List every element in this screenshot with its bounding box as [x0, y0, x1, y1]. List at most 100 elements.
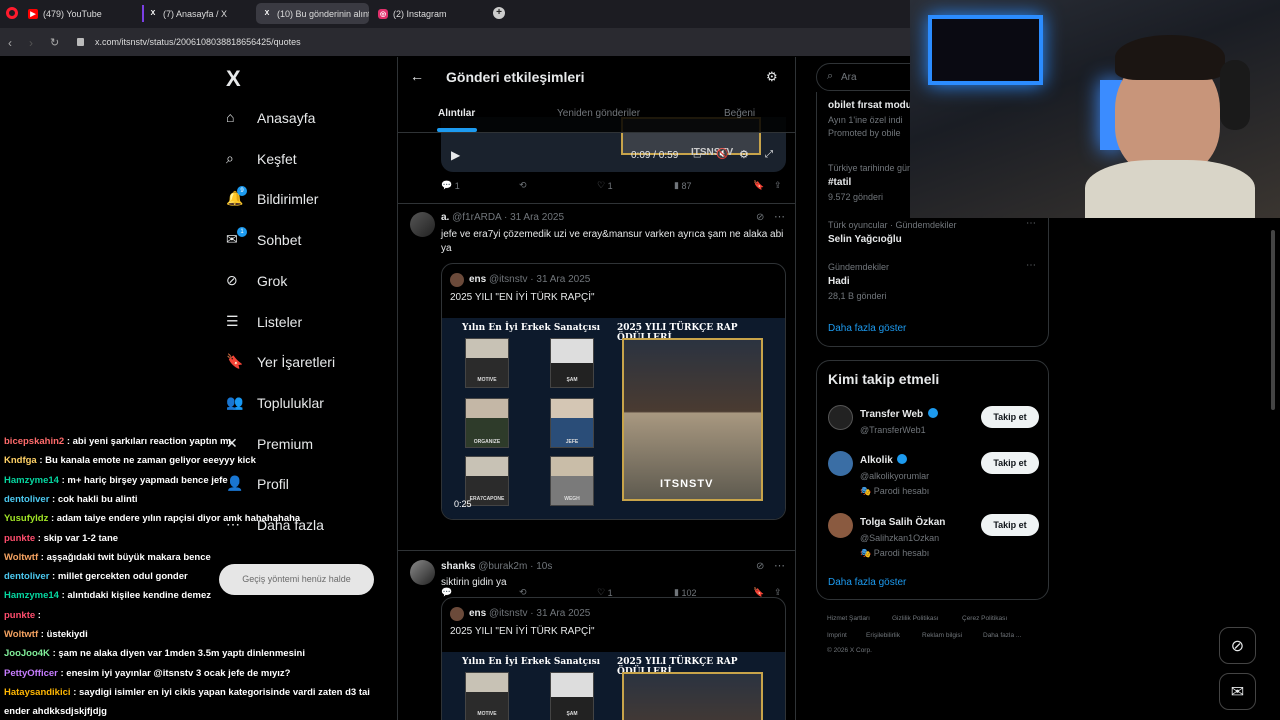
bookmark-icon[interactable]: 🔖	[753, 180, 764, 191]
avatar[interactable]	[828, 513, 853, 538]
tab-x-home[interactable]: X (7) Anasayfa / X	[142, 3, 260, 24]
quoted-author-name[interactable]: ens	[469, 274, 486, 285]
chat-username[interactable]: Kndfga	[4, 455, 37, 466]
sidebar-item-8[interactable]: ✕ Premium	[226, 435, 313, 453]
suggestion-name[interactable]: Tolga Salih Özkan	[860, 517, 945, 528]
avatar[interactable]	[450, 273, 464, 287]
post-author-name[interactable]: a.	[441, 212, 449, 223]
chat-username[interactable]: dentoliver	[4, 494, 49, 505]
captions-icon[interactable]: ▭	[693, 150, 702, 161]
chat-username[interactable]: Hamzyme14	[4, 475, 59, 486]
avatar[interactable]	[828, 405, 853, 430]
chat-username[interactable]: punkte	[4, 610, 35, 621]
browser-logo-icon[interactable]	[6, 7, 18, 19]
follow-suggestion[interactable]: Transfer Web @TransferWeb1 Takip et	[817, 401, 1050, 441]
quoted-post[interactable]: ens @itsnstv · 31 Ara 2025 2025 YILI "EN…	[441, 263, 786, 520]
forward-arrow-icon[interactable]: ›	[29, 36, 33, 50]
chat-username[interactable]: Hamzyme14	[4, 590, 59, 601]
chat-username[interactable]: Yusufyldz	[4, 513, 48, 524]
more-icon[interactable]: ⋯	[774, 210, 785, 223]
share-icon[interactable]: ⇪	[774, 180, 782, 191]
quoted-author-handle[interactable]: @itsnstv	[489, 608, 528, 619]
tab-likes[interactable]: Beğeni	[724, 108, 755, 119]
scrollbar[interactable]	[1271, 230, 1275, 410]
post-author-name[interactable]: shanks	[441, 561, 475, 572]
quoted-author-handle[interactable]: @itsnstv	[489, 274, 528, 285]
chat-username[interactable]: JooJoo4K	[4, 648, 50, 659]
video-thumbnail[interactable]: Yılın En İyi Erkek Sanatçısı 2025 YILI T…	[442, 318, 785, 519]
footer-link[interactable]: Çerez Politikası	[962, 615, 1007, 622]
post-item[interactable]: a. @f1rARDA · 31 Ara 2025 ⊘ ⋯ jefe ve er…	[398, 204, 795, 598]
search-input[interactable]: Ara	[841, 72, 857, 83]
views-button[interactable]: ▮ 87	[674, 180, 691, 191]
sidebar-item-9[interactable]: 👤 Profil	[226, 475, 289, 493]
tab-quotes[interactable]: Alıntılar	[438, 108, 475, 119]
post-date[interactable]: · 10s	[530, 561, 552, 572]
footer-link[interactable]: Hizmet Şartları	[827, 615, 870, 622]
follow-suggestion[interactable]: Tolga Salih Özkan @Salihzkan1Ozkan 🎭 Par…	[817, 509, 1050, 559]
more-icon[interactable]: ⋯	[774, 559, 785, 572]
filter-icon[interactable]: ⚙	[766, 69, 778, 85]
chat-username[interactable]: Woltwtf	[4, 552, 38, 563]
suggestion-name[interactable]: Transfer Web	[860, 409, 923, 420]
chat-username[interactable]: bicepskahin2	[4, 436, 64, 447]
more-icon[interactable]: ⋯	[1026, 218, 1036, 229]
quoted-post[interactable]: ens @itsnstv · 31 Ara 2025 2025 YILI "EN…	[441, 597, 786, 720]
new-tab-button[interactable]: +	[493, 7, 505, 19]
sidebar-item-1[interactable]: ⌕ Keşfet	[226, 150, 297, 168]
quoted-author-name[interactable]: ens	[469, 608, 486, 619]
tab-x-quotes[interactable]: X(10) Bu gönderinin alıntıla	[256, 3, 369, 24]
repost-button[interactable]: ⟲	[519, 180, 527, 191]
tab-reposts[interactable]: Yeniden gönderiler	[557, 108, 640, 119]
post-date[interactable]: · 31 Ara 2025	[504, 212, 564, 223]
footer-link[interactable]: Gizlilik Politikası	[892, 615, 939, 622]
chat-username[interactable]: dentoliver	[4, 571, 49, 582]
post-author-handle[interactable]: @f1rARDA	[452, 212, 501, 223]
grok-icon[interactable]: ⊘	[756, 561, 764, 572]
chat-username[interactable]: punkte	[4, 533, 35, 544]
follow-button[interactable]: Takip et	[981, 406, 1039, 428]
avatar[interactable]	[450, 607, 464, 621]
quoted-date[interactable]: · 31 Ara 2025	[530, 274, 590, 285]
sidebar-item-6[interactable]: 🔖 Yer İşaretleri	[226, 353, 335, 371]
follow-button[interactable]: Takip et	[981, 452, 1039, 474]
follow-button[interactable]: Takip et	[981, 514, 1039, 536]
avatar[interactable]	[828, 451, 853, 476]
sidebar-item-7[interactable]: 👥 Topluluklar	[226, 394, 324, 412]
back-arrow-icon[interactable]: ‹	[8, 36, 12, 50]
volume-icon[interactable]: 🔇	[716, 149, 728, 160]
tab-instagram[interactable]: ◎ (2) Instagram	[372, 3, 492, 24]
chat-username[interactable]: Woltwtf	[4, 629, 38, 640]
show-more-link[interactable]: Daha fazla göster	[828, 323, 906, 334]
sidebar-item-0[interactable]: ⌂ Anasayfa	[226, 109, 315, 127]
x-logo-icon[interactable]: X	[226, 66, 241, 92]
trend-item[interactable]: Gündemdekiler Hadi 28,1 B gönderi ⋯	[828, 260, 1038, 301]
follow-suggestion[interactable]: Alkolik @alkolikyorumlar 🎭 Parodi hesabı…	[817, 447, 1050, 497]
play-icon[interactable]: ▶	[451, 148, 460, 162]
url-field[interactable]: x.com/itsnstv/status/2006108038818656425…	[95, 37, 301, 47]
video-thumbnail[interactable]: Yılın En İyi Erkek Sanatçısı 2025 YILI T…	[442, 652, 785, 720]
back-arrow-icon[interactable]: ←	[410, 68, 424, 84]
avatar[interactable]	[410, 212, 435, 237]
settings-icon[interactable]: ⚙	[739, 148, 749, 161]
show-more-link[interactable]: Daha fazla göster	[828, 577, 906, 588]
grok-icon[interactable]: ⊘	[756, 212, 764, 223]
sidebar-item-2[interactable]: 🔔 9 Bildirimler	[226, 186, 318, 208]
tab-youtube[interactable]: ▶ (479) YouTube	[22, 3, 142, 24]
trend-item[interactable]: Türk oyuncular · Gündemdekiler Selin Yağ…	[828, 218, 1038, 245]
reload-icon[interactable]: ↻	[50, 36, 59, 49]
footer-link[interactable]: Imprint	[827, 632, 847, 639]
sidebar-item-5[interactable]: ☰ Listeler	[226, 313, 302, 331]
suggestion-name[interactable]: Alkolik	[860, 455, 893, 466]
footer-link[interactable]: Reklam bilgisi	[922, 632, 962, 639]
avatar[interactable]	[410, 560, 435, 585]
sidebar-item-4[interactable]: ⊘ Grok	[226, 272, 287, 290]
grok-button[interactable]: ⊘	[1219, 627, 1256, 664]
quoted-date[interactable]: · 31 Ara 2025	[530, 608, 590, 619]
chat-username[interactable]: PettyOfficer	[4, 668, 58, 679]
post-item[interactable]: shanks @burak2m · 10s ⊘ ⋯ siktirin gidin…	[398, 551, 795, 720]
reply-button[interactable]: 💬 1	[441, 180, 460, 191]
like-button[interactable]: ♡ 1	[597, 180, 613, 191]
fullscreen-icon[interactable]: ⤢	[765, 149, 773, 160]
chat-username[interactable]: Hataysandikici	[4, 687, 71, 698]
